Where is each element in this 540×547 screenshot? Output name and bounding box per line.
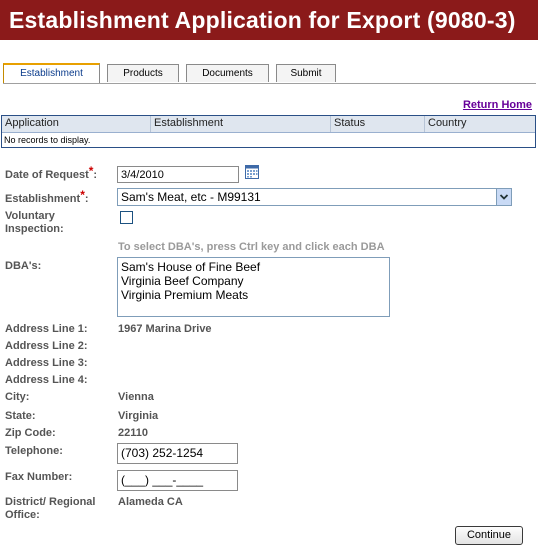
voluntary-inspection-label: Voluntary Inspection: (5, 210, 64, 235)
column-header-establishment[interactable]: Establishment (154, 117, 223, 129)
column-divider (150, 116, 151, 132)
required-marker: * (88, 164, 94, 178)
state-label: State: (5, 410, 36, 422)
dba-listbox[interactable]: Sam's House of Fine Beef Virginia Beef C… (117, 257, 390, 317)
tab-establishment[interactable]: Establishment (3, 63, 100, 83)
establishment-label: Establishment*: (5, 188, 89, 206)
state-value: Virginia (118, 410, 159, 422)
column-header-application[interactable]: Application (5, 117, 59, 129)
required-marker: * (80, 188, 85, 202)
district-office-label: District/ Regional Office: (5, 496, 96, 521)
calendar-icon[interactable] (245, 165, 259, 179)
voluntary-inspection-checkbox[interactable] (120, 211, 133, 224)
city-value: Vienna (118, 391, 154, 403)
date-of-request-label: Date of Request*: (5, 164, 98, 182)
page-title: Establishment Application for Export (90… (0, 0, 538, 40)
address-line-3-label: Address Line 3: (5, 357, 88, 369)
tab-divider (3, 83, 536, 84)
zip-code-label: Zip Code: (5, 427, 56, 439)
zip-code-value: 22110 (118, 427, 148, 439)
district-office-value: Alameda CA (118, 496, 183, 508)
dba-option[interactable]: Virginia Beef Company (121, 274, 386, 288)
applications-grid: Application Establishment Status Country… (1, 115, 536, 148)
continue-button[interactable]: Continue (455, 526, 523, 545)
telephone-label: Telephone: (5, 445, 63, 457)
column-divider (330, 116, 331, 132)
tab-documents[interactable]: Documents (186, 64, 269, 82)
tab-products[interactable]: Products (107, 64, 179, 82)
dba-hint: To select DBA's, press Ctrl key and clic… (118, 241, 385, 253)
fax-number-input[interactable]: (___) ___-____ (117, 470, 238, 491)
grid-header: Application Establishment Status Country (2, 116, 535, 133)
column-divider (424, 116, 425, 132)
fax-number-label: Fax Number: (5, 471, 73, 483)
address-line-1-value: 1967 Marina Drive (118, 323, 212, 335)
address-line-1-label: Address Line 1: (5, 323, 88, 335)
establishment-selected-value: Sam's Meat, etc - M99131 (121, 190, 261, 204)
dba-option[interactable]: Sam's House of Fine Beef (121, 260, 386, 274)
chevron-down-icon[interactable] (496, 189, 511, 205)
column-header-country[interactable]: Country (428, 117, 467, 129)
column-header-status[interactable]: Status (334, 117, 365, 129)
return-home-link[interactable]: Return Home (463, 99, 532, 111)
address-line-4-label: Address Line 4: (5, 374, 88, 386)
date-of-request-input[interactable]: 3/4/2010 (117, 166, 239, 183)
telephone-input[interactable]: (703) 252-1254 (117, 443, 238, 464)
address-line-2-label: Address Line 2: (5, 340, 88, 352)
city-label: City: (5, 391, 30, 403)
grid-empty-message: No records to display. (4, 135, 91, 145)
dba-label: DBA's: (5, 260, 42, 272)
establishment-select[interactable]: Sam's Meat, etc - M99131 (117, 188, 512, 206)
tab-submit[interactable]: Submit (276, 64, 336, 82)
dba-option[interactable]: Virginia Premium Meats (121, 288, 386, 302)
